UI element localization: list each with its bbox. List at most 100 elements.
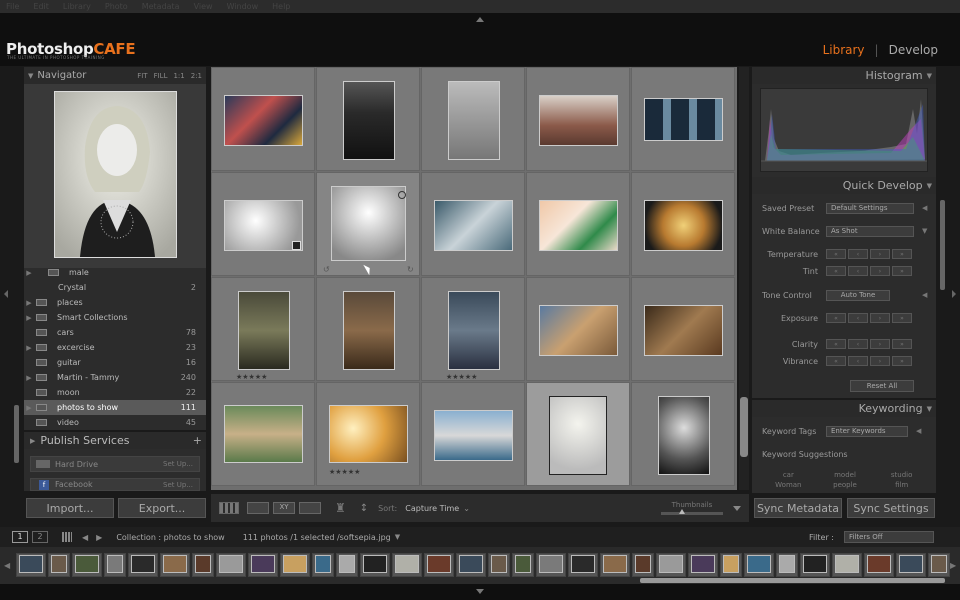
keywording-header[interactable]: Keywording ▼ <box>752 400 936 417</box>
grid-cell[interactable] <box>421 172 525 276</box>
expand-down-icon[interactable]: ▼ <box>922 227 927 235</box>
publish-setup-link[interactable]: Set Up... <box>163 481 199 489</box>
collection-row[interactable]: ▶ male <box>24 268 206 280</box>
temperature-steppers[interactable]: «‹ ›» <box>826 249 912 259</box>
saved-preset-dropdown[interactable]: Default Settings <box>826 202 914 214</box>
module-library[interactable]: Library <box>823 43 865 57</box>
zoom-2-1[interactable]: 2:1 <box>191 72 202 80</box>
collapse-right-icon[interactable] <box>952 290 956 298</box>
collection-row[interactable]: Crystal 2 <box>24 280 206 295</box>
grid-cell-hover[interactable]: ↺ ↻ <box>316 172 420 276</box>
rotate-right-icon[interactable]: ↻ <box>407 265 414 274</box>
publish-hard-drive[interactable]: Hard Drive Set Up... <box>30 456 200 472</box>
thumbnail-size-slider[interactable] <box>661 509 723 515</box>
menu-edit[interactable]: Edit <box>33 2 49 11</box>
auto-tone-button[interactable]: Auto Tone <box>826 289 890 301</box>
expand-left-icon[interactable]: ◀ <box>916 427 921 435</box>
star-rating[interactable]: ★★★★★ <box>329 468 360 476</box>
collection-row[interactable]: ▶ excercise 23 <box>24 340 206 355</box>
compare-view-icon[interactable]: XY <box>273 502 295 514</box>
collection-row-selected[interactable]: ▶ photos to show 111 <box>24 400 206 415</box>
menu-photo[interactable]: Photo <box>105 2 128 11</box>
zoom-1-1[interactable]: 1:1 <box>173 72 184 80</box>
grid-cell[interactable] <box>211 382 315 486</box>
tint-steppers[interactable]: «‹ ›» <box>826 266 912 276</box>
keyword-suggestion[interactable]: model <box>817 471 874 479</box>
collapse-top-icon[interactable] <box>476 17 484 22</box>
menu-metadata[interactable]: Metadata <box>142 2 180 11</box>
vibrance-steppers[interactable]: «‹ ›» <box>826 356 912 366</box>
sort-dropdown[interactable]: Capture Time <box>405 504 459 513</box>
collection-row[interactable]: ▶ Martin - Tammy 240 <box>24 370 206 385</box>
grid-cell[interactable] <box>526 67 630 171</box>
survey-view-icon[interactable] <box>299 502 321 514</box>
collection-row[interactable]: video 45 <box>24 415 206 430</box>
filter-dropdown[interactable]: Filters Off <box>844 531 934 543</box>
star-rating[interactable]: ★★★★★ <box>446 373 477 381</box>
loupe-view-icon[interactable] <box>247 502 269 514</box>
collection-row[interactable]: moon 22 <box>24 385 206 400</box>
painter-icon[interactable]: ♜ <box>335 501 346 515</box>
grid-cell[interactable] <box>526 172 630 276</box>
grid-scroll-thumb[interactable] <box>740 397 748 457</box>
white-balance-dropdown[interactable]: As Shot <box>826 225 914 237</box>
reset-all-button[interactable]: Reset All <box>850 380 914 392</box>
grid-cell[interactable]: ★★★★★ <box>421 277 525 381</box>
toolbar-menu-icon[interactable] <box>733 505 741 511</box>
export-button[interactable]: Export... <box>118 498 206 518</box>
grid-cell[interactable]: ★★★★★ <box>211 277 315 381</box>
chevron-down-icon[interactable]: ▼ <box>395 533 400 541</box>
window-2-button[interactable]: 2 <box>32 531 48 543</box>
navigator-header[interactable]: ▼ Navigator FIT FILL 1:1 2:1 <box>24 67 206 84</box>
grid-scrollbar[interactable] <box>739 67 749 490</box>
expand-left-icon[interactable]: ◀ <box>922 291 927 299</box>
keyword-suggestion[interactable]: studio <box>873 471 930 479</box>
expand-left-icon[interactable]: ◀ <box>922 204 927 212</box>
zoom-fill[interactable]: FILL <box>154 72 168 80</box>
filmstrip-scrollbar[interactable] <box>640 578 945 583</box>
keyword-suggestion[interactable]: people <box>817 481 874 489</box>
grid-cell[interactable]: ★★★★★ <box>316 382 420 486</box>
grid-cell[interactable] <box>631 277 735 381</box>
module-develop[interactable]: Develop <box>889 43 938 57</box>
grid-cell-selected[interactable] <box>526 382 630 486</box>
keyword-suggestion[interactable]: car <box>760 471 817 479</box>
add-publish-service-button[interactable]: + <box>193 434 206 447</box>
menu-help[interactable]: Help <box>272 2 290 11</box>
forward-arrow-icon[interactable]: ▶ <box>96 533 102 542</box>
sort-direction-icon[interactable]: ↕ <box>360 503 368 514</box>
grid-view-icon[interactable] <box>62 532 72 542</box>
back-arrow-icon[interactable]: ◀ <box>82 533 88 542</box>
rotate-left-icon[interactable]: ↺ <box>323 265 330 274</box>
menu-file[interactable]: File <box>6 2 19 11</box>
quick-develop-header[interactable]: Quick Develop ▼ <box>752 177 936 194</box>
histogram-header[interactable]: Histogram ▼ <box>752 67 936 84</box>
collection-row[interactable]: guitar 16 <box>24 355 206 370</box>
grid-cell[interactable] <box>421 382 525 486</box>
quick-collection-icon[interactable] <box>398 191 406 199</box>
import-button[interactable]: Import... <box>26 498 114 518</box>
menu-view[interactable]: View <box>194 2 213 11</box>
clarity-steppers[interactable]: «‹ ›» <box>826 339 912 349</box>
scroll-left-icon[interactable]: ◀ <box>4 561 10 570</box>
sync-metadata-button[interactable]: Sync Metadata <box>754 498 842 518</box>
left-panel-scrollbar[interactable] <box>14 405 19 463</box>
window-1-button[interactable]: 1 <box>12 531 28 543</box>
menu-library[interactable]: Library <box>63 2 91 11</box>
grid-cell[interactable] <box>421 67 525 171</box>
collapse-left-icon[interactable] <box>4 290 8 298</box>
grid-cell[interactable] <box>211 172 315 276</box>
grid-cell[interactable] <box>631 67 735 171</box>
grid-cell[interactable] <box>631 172 735 276</box>
collection-row[interactable]: ▶ places <box>24 295 206 310</box>
collapse-bottom-icon[interactable] <box>476 589 484 594</box>
keyword-suggestion[interactable]: film <box>873 481 930 489</box>
collection-row[interactable]: ▶ Smart Collections <box>24 310 206 325</box>
publish-services-header[interactable]: ▶ Publish Services + <box>24 432 206 449</box>
sync-settings-button[interactable]: Sync Settings <box>847 498 935 518</box>
exposure-steppers[interactable]: «‹ ›» <box>826 313 912 323</box>
right-panel-scrollbar[interactable] <box>940 200 945 290</box>
menu-window[interactable]: Window <box>227 2 259 11</box>
grid-view-icon[interactable] <box>219 502 239 514</box>
keyword-suggestion[interactable]: Woman <box>760 481 817 489</box>
